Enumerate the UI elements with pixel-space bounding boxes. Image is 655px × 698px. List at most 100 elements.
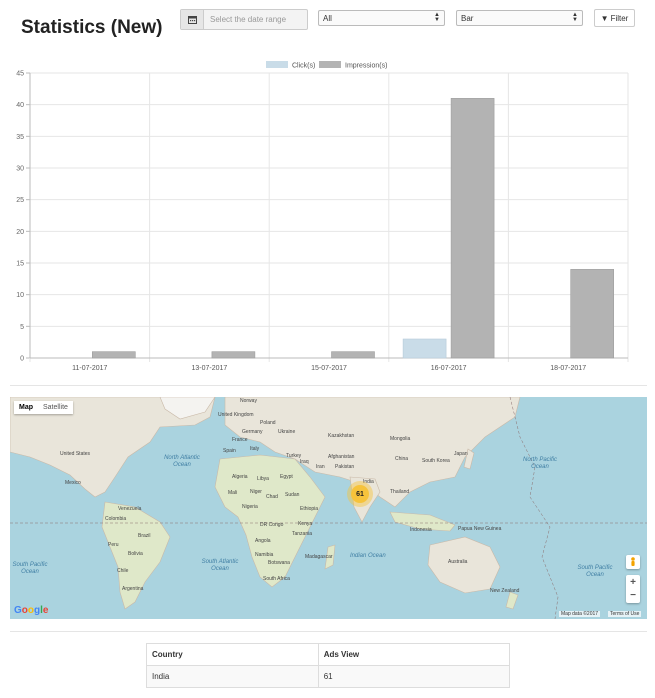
map-label-egypt: Egypt bbox=[280, 474, 293, 480]
col-country-header: Country bbox=[146, 643, 319, 666]
map-label-new-zealand: New Zealand bbox=[490, 588, 520, 594]
bar-impressions bbox=[92, 351, 136, 359]
legend-label: Impression(s) bbox=[345, 63, 387, 70]
legend-swatch bbox=[266, 61, 288, 68]
map-label-brazil: Brazil bbox=[138, 533, 151, 539]
zoom-in-button[interactable]: + bbox=[630, 576, 636, 589]
map-label-north-pacific: North Pacific Ocean bbox=[522, 457, 557, 470]
map-label-south-korea: South Korea bbox=[422, 458, 450, 464]
filter-button-label: Filter bbox=[610, 13, 629, 23]
map-label-botswana: Botswana bbox=[268, 560, 290, 566]
land-new-zealand bbox=[505, 591, 519, 610]
map-label-australia: Australia bbox=[448, 559, 468, 565]
bar-chart: Click(s) Impression(s) 0 5 10 15 20 25 30 35 40 45 1… bbox=[16, 61, 629, 372]
table-row: India 61 bbox=[146, 665, 511, 688]
date-range-picker[interactable]: Select the date range bbox=[180, 9, 308, 30]
map-label-colombia: Colombia bbox=[105, 516, 127, 522]
map-type-satellite[interactable]: Satellite bbox=[38, 401, 73, 414]
street-view-pegman-icon[interactable] bbox=[626, 555, 640, 569]
chart-type-select-value: Bar bbox=[461, 13, 474, 23]
map-label-nigeria: Nigeria bbox=[242, 504, 258, 510]
world-map[interactable]: Map Satellite North Atlantic Ocean South … bbox=[10, 397, 647, 619]
x-tick-label: 11-07-2017 bbox=[72, 365, 107, 372]
map-label-south-pacific: South Pacific Ocean bbox=[577, 565, 613, 578]
map-label-angola: Angola bbox=[255, 538, 271, 544]
map-label-madagascar: Madagascar bbox=[305, 554, 333, 560]
map-label-libya: Libya bbox=[257, 476, 269, 482]
scope-select[interactable]: All ▲ ▼ bbox=[318, 10, 445, 26]
map-data-attribution: Map data ©2017 bbox=[559, 611, 601, 617]
map-label-south-pacific-left: South Pacific Ocean bbox=[12, 562, 48, 575]
map-label-venezuela: Venezuela bbox=[118, 506, 142, 512]
map-label-france: France bbox=[232, 437, 248, 443]
chart-type-select[interactable]: Bar ▲ ▼ bbox=[456, 10, 583, 26]
x-tick-label: 15-07-2017 bbox=[311, 365, 347, 372]
map-label-peru: Peru bbox=[108, 542, 119, 548]
y-tick-label: 0 bbox=[20, 356, 24, 363]
calendar-icon[interactable] bbox=[181, 10, 204, 29]
select-arrows-icon: ▲ ▼ bbox=[434, 12, 440, 23]
map-label-mexico: Mexico bbox=[65, 480, 81, 486]
map-label-turkey: Turkey bbox=[286, 453, 302, 459]
table-header-row: Country Ads View bbox=[146, 643, 511, 666]
map-canvas bbox=[10, 397, 647, 619]
divider bbox=[10, 385, 647, 386]
filter-button[interactable]: ▼ Filter bbox=[594, 9, 635, 27]
bar-impressions bbox=[211, 351, 256, 359]
map-label-kenya: Kenya bbox=[298, 521, 313, 527]
map-label-spain: Spain bbox=[223, 448, 236, 454]
map-label-kazakhstan: Kazakhstan bbox=[328, 433, 355, 439]
y-tick-label: 40 bbox=[16, 102, 24, 109]
page-title: Statistics (New) bbox=[21, 17, 163, 38]
map-label-tanzania: Tanzania bbox=[292, 531, 313, 537]
map-label-argentina: Argentina bbox=[122, 586, 144, 592]
y-tick-label: 30 bbox=[16, 166, 24, 173]
map-type-control[interactable]: Map Satellite bbox=[14, 401, 73, 414]
zoom-control[interactable]: + − bbox=[626, 575, 640, 603]
bar-impressions bbox=[450, 98, 495, 359]
map-label-ukraine: Ukraine bbox=[278, 429, 296, 435]
terms-of-use-link[interactable]: Terms of Use bbox=[608, 611, 642, 617]
map-label-bolivia: Bolivia bbox=[128, 551, 143, 557]
zoom-out-button[interactable]: − bbox=[630, 589, 636, 602]
map-label-namibia: Namibia bbox=[255, 552, 274, 558]
map-label-mali: Mali bbox=[228, 490, 238, 496]
map-label-united-states: United States bbox=[60, 451, 91, 457]
country-table: Country Ads View India 61 bbox=[146, 643, 511, 688]
select-arrows-icon: ▲ ▼ bbox=[572, 12, 578, 23]
map-label-south-atlantic: South Atlantic Ocean bbox=[201, 559, 239, 572]
map-type-map[interactable]: Map bbox=[14, 401, 38, 414]
map-label-south-africa: South Africa bbox=[263, 576, 290, 582]
legend-swatch bbox=[319, 61, 341, 68]
divider bbox=[10, 631, 647, 632]
map-label-india: India bbox=[363, 479, 374, 485]
bar-impressions bbox=[570, 269, 615, 359]
map-label-algeria: Algeria bbox=[232, 474, 248, 480]
map-label-afghanistan: Afghanistan bbox=[328, 454, 355, 460]
date-range-input[interactable]: Select the date range bbox=[204, 10, 307, 29]
cell-ads-view: 61 bbox=[317, 665, 511, 688]
y-tick-label: 5 bbox=[20, 324, 24, 331]
date-line bbox=[509, 397, 559, 619]
x-tick-label: 16-07-2017 bbox=[431, 365, 467, 372]
map-label-uk: United Kingdom bbox=[218, 412, 254, 418]
map-label-indian: Indian Ocean bbox=[350, 553, 386, 559]
map-label-thailand: Thailand bbox=[390, 489, 410, 495]
google-logo: Google bbox=[14, 605, 49, 616]
y-tick-label: 20 bbox=[16, 229, 24, 236]
map-label-ethiopia: Ethiopia bbox=[300, 506, 319, 512]
y-tick-label: 15 bbox=[16, 261, 24, 268]
cell-country: India bbox=[146, 665, 319, 688]
funnel-icon: ▼ bbox=[600, 13, 609, 23]
map-label-iraq: Iraq bbox=[300, 459, 309, 465]
map-label-italy: Italy bbox=[250, 446, 260, 452]
map-label-drc: DR Congo bbox=[260, 522, 284, 528]
map-label-norway: Norway bbox=[240, 398, 257, 404]
marker-cluster[interactable]: 61 bbox=[351, 485, 369, 503]
bar-impressions bbox=[331, 351, 375, 359]
map-label-china: China bbox=[395, 456, 409, 462]
map-label-sudan: Sudan bbox=[285, 492, 300, 498]
map-label-germany: Germany bbox=[242, 429, 263, 435]
y-tick-label: 25 bbox=[16, 197, 24, 204]
map-label-png: Papua New Guinea bbox=[458, 526, 502, 532]
